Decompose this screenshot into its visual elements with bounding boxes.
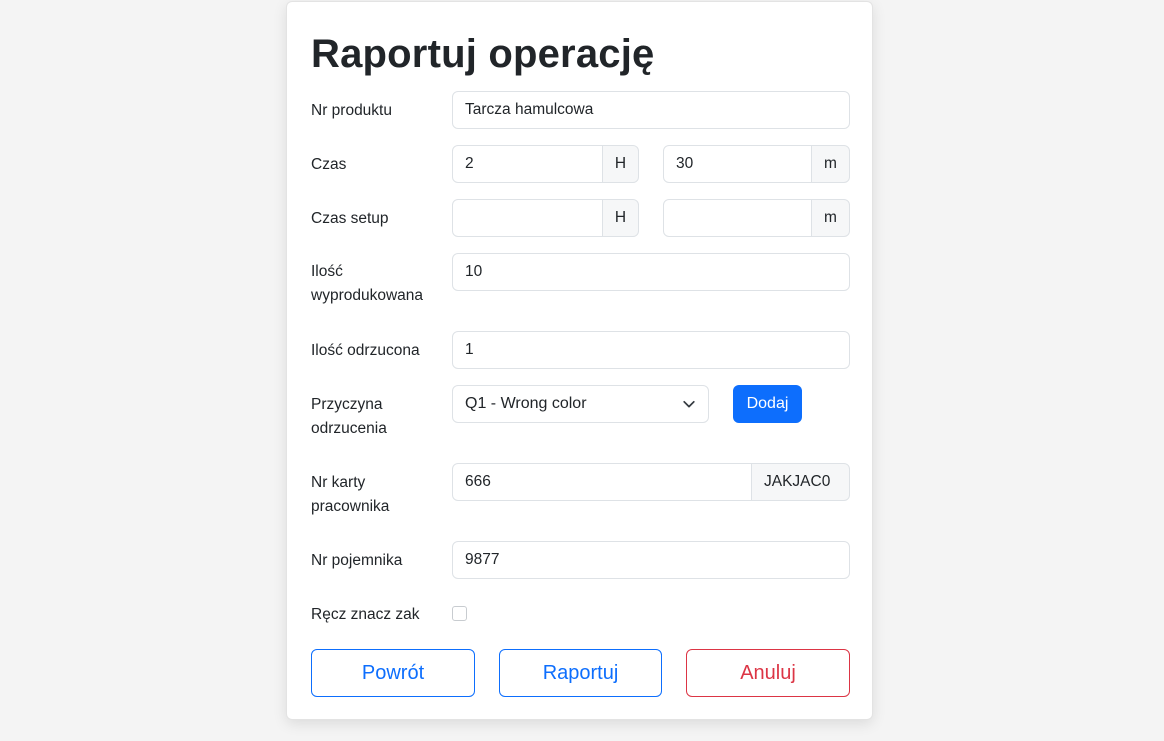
worker-code-addon: JAKJAC0 [751,463,850,501]
worker-card-label: Nr karty pracownika [311,474,390,515]
manual-mark-label: Ręcz znacz zak [311,606,420,623]
add-reason-button[interactable]: Dodaj [733,385,802,423]
manual-mark-checkbox[interactable] [452,606,467,621]
back-button[interactable]: Powrót [311,649,475,697]
setup-hours-input[interactable] [452,199,603,237]
setup-minutes-input[interactable] [663,199,812,237]
rejected-qty-input[interactable] [452,331,850,369]
product-label: Nr produktu [311,102,392,119]
product-input[interactable] [452,91,850,129]
rejected-qty-label: Ilość odrzucona [311,342,420,359]
produced-qty-input[interactable] [452,253,850,291]
setup-time-label: Czas setup [311,210,389,227]
time-hours-unit: H [602,145,639,183]
container-label: Nr pojemnika [311,552,403,569]
reject-reason-selected: Q1 - Wrong color [465,395,587,412]
worker-card-input[interactable] [452,463,752,501]
container-input[interactable] [452,541,850,579]
time-label: Czas [311,156,347,173]
reject-reason-label: Przyczyna odrzucenia [311,396,387,437]
time-minutes-input[interactable] [663,145,812,183]
time-hours-input[interactable] [452,145,603,183]
produced-qty-label: Ilość wyprodukowana [311,263,424,304]
report-operation-dialog: Raportuj operację Nr produktu Czas H m C… [286,1,873,720]
reject-reason-select[interactable]: Q1 - Wrong color [452,385,709,423]
cancel-button[interactable]: Anuluj [686,649,850,697]
time-minutes-unit: m [811,145,850,183]
setup-minutes-unit: m [811,199,850,237]
report-button[interactable]: Raportuj [499,649,662,697]
setup-hours-unit: H [602,199,639,237]
chevron-down-icon [682,397,696,411]
dialog-title: Raportuj operację [311,32,655,76]
